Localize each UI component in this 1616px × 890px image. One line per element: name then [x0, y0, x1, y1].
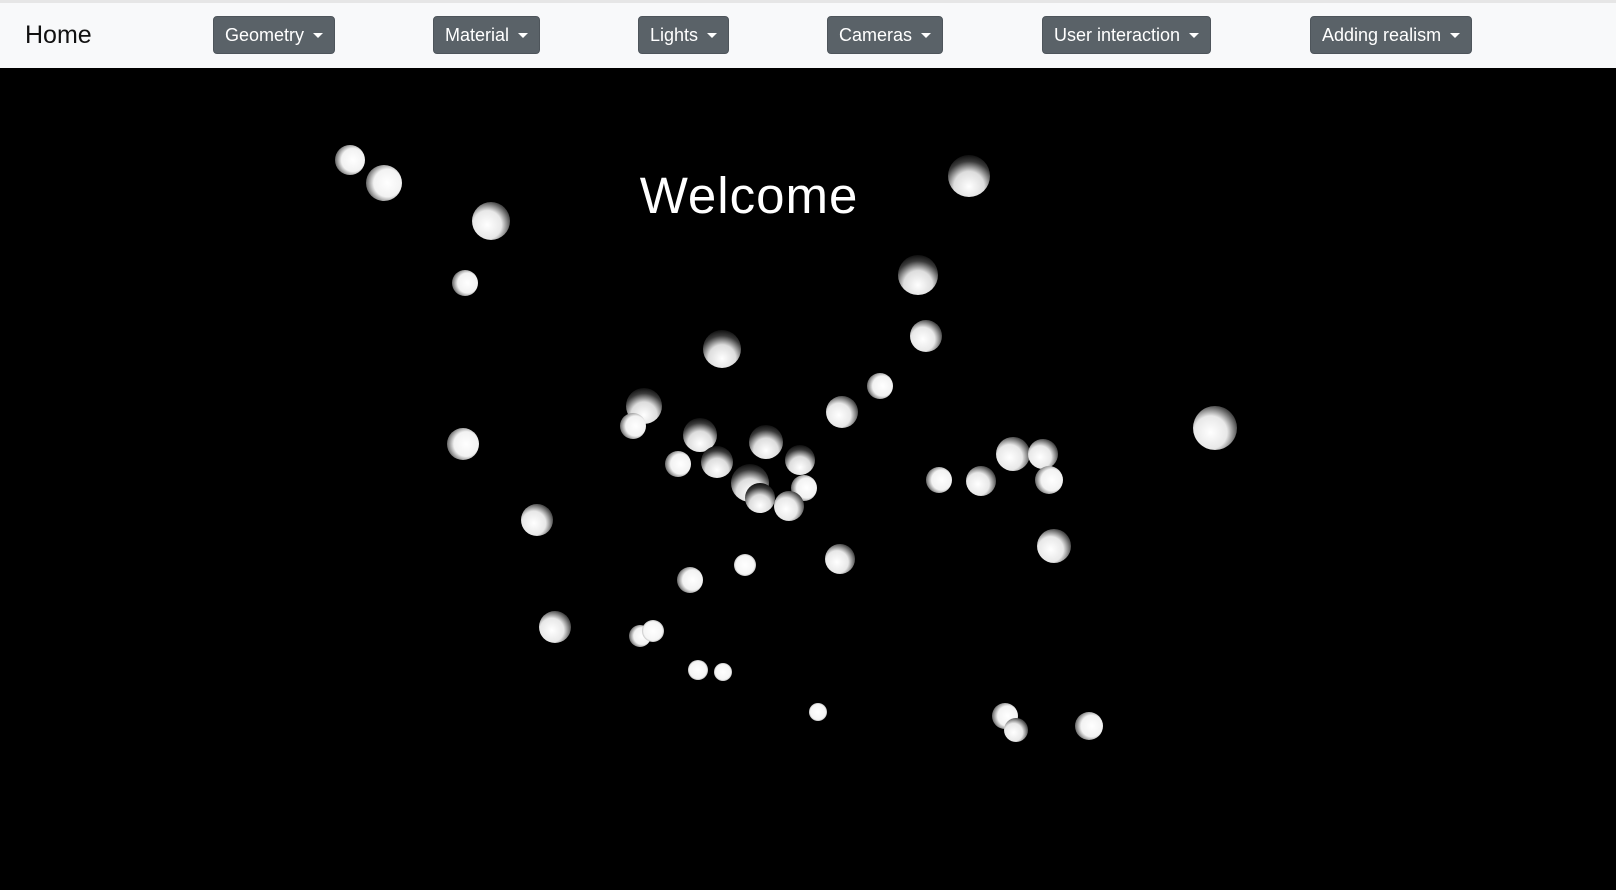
sphere: [826, 396, 858, 428]
home-link[interactable]: Home: [25, 20, 92, 50]
cameras-dropdown-label: Cameras: [839, 25, 913, 45]
lights-dropdown-label: Lights: [650, 25, 699, 45]
top-navbar: Home Geometry Material Lights Cameras Us…: [0, 0, 1616, 68]
adding-realism-dropdown-button[interactable]: Adding realism: [1310, 16, 1473, 54]
sphere: [703, 330, 741, 368]
sphere: [642, 620, 664, 642]
adding-realism-dropdown-label: Adding realism: [1322, 25, 1442, 45]
sphere: [452, 270, 478, 296]
sphere: [774, 491, 804, 521]
sphere: [620, 413, 646, 439]
sphere: [677, 567, 703, 593]
sphere: [898, 255, 938, 295]
sphere: [867, 373, 893, 399]
sphere: [1004, 718, 1028, 742]
sphere: [785, 445, 815, 475]
sphere: [688, 660, 708, 680]
caret-down-icon: [313, 33, 324, 38]
sphere: [447, 428, 479, 460]
material-dropdown-label: Material: [445, 25, 510, 45]
sphere: [996, 437, 1030, 471]
sphere: [539, 611, 571, 643]
user-interaction-dropdown-button[interactable]: User interaction: [1042, 16, 1212, 54]
lights-dropdown-button[interactable]: Lights: [638, 16, 730, 54]
geometry-dropdown-label: Geometry: [225, 25, 305, 45]
user-interaction-dropdown-label: User interaction: [1054, 25, 1181, 45]
sphere: [734, 554, 756, 576]
sphere: [1035, 466, 1063, 494]
sphere: [749, 425, 783, 459]
3d-scene-canvas[interactable]: Welcome: [0, 68, 1616, 890]
sphere: [714, 663, 732, 681]
sphere: [1037, 529, 1071, 563]
caret-down-icon: [518, 33, 529, 38]
material-dropdown-button[interactable]: Material: [433, 16, 541, 54]
sphere: [701, 446, 733, 478]
geometry-dropdown-button[interactable]: Geometry: [213, 16, 336, 54]
sphere: [825, 544, 855, 574]
sphere: [665, 451, 691, 477]
welcome-heading: Welcome: [639, 167, 859, 224]
caret-down-icon: [921, 33, 932, 38]
sphere: [745, 483, 775, 513]
sphere: [1075, 712, 1103, 740]
sphere: [521, 504, 553, 536]
sphere: [910, 320, 942, 352]
caret-down-icon: [1450, 33, 1461, 38]
caret-down-icon: [1189, 33, 1200, 38]
sphere: [926, 467, 952, 493]
sphere: [966, 466, 996, 496]
caret-down-icon: [707, 33, 718, 38]
sphere: [809, 703, 827, 721]
sphere: [1028, 439, 1058, 469]
sphere: [1193, 406, 1237, 450]
cameras-dropdown-button[interactable]: Cameras: [827, 16, 944, 54]
